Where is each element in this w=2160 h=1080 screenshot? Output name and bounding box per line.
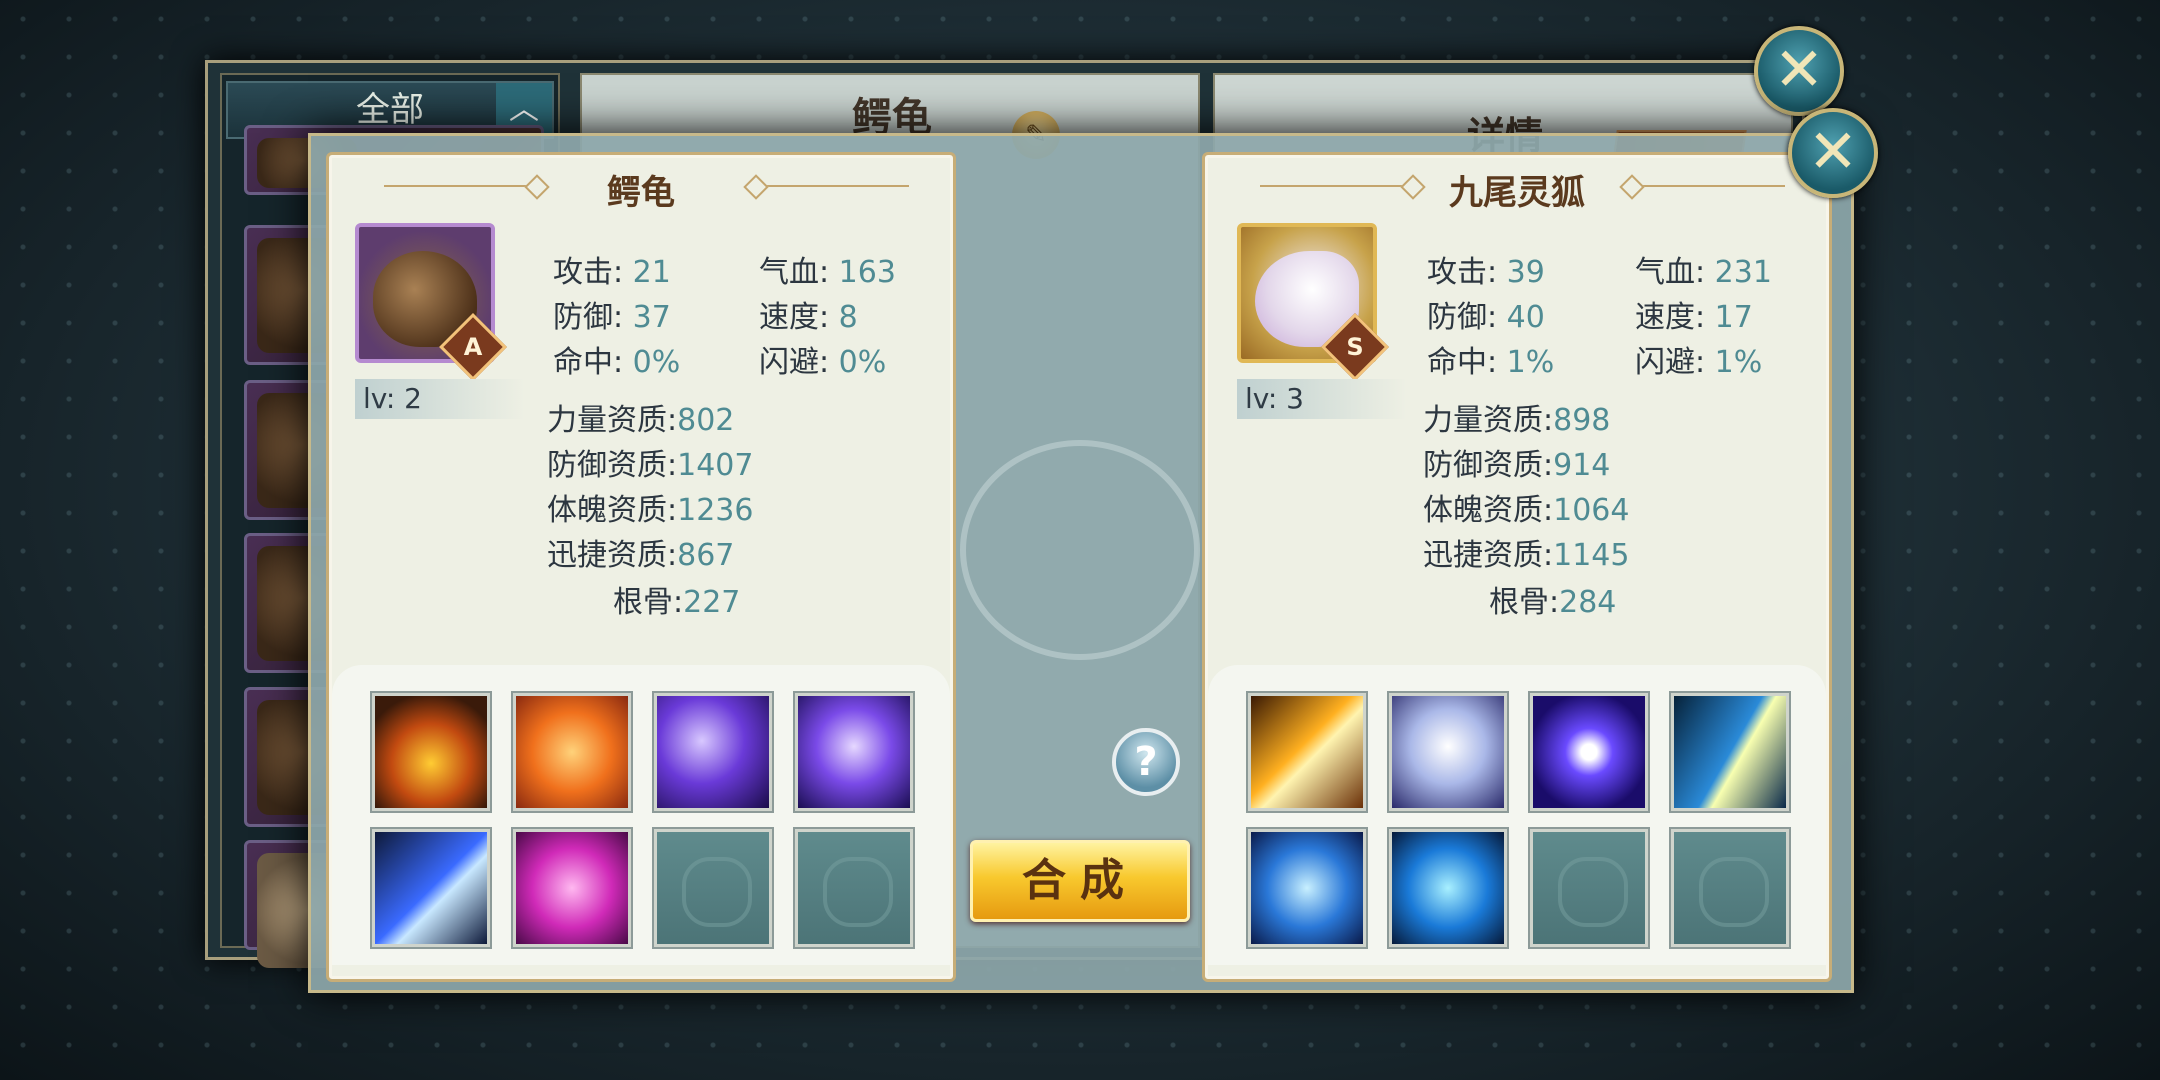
- aptitude-agility: 迅捷资质:1145: [1423, 538, 1630, 573]
- blue-beast-skill-icon[interactable]: [1389, 829, 1507, 947]
- empty-skill-slot: [1530, 829, 1648, 947]
- purple-pillar-skill-icon[interactable]: [795, 693, 913, 811]
- white-cloud-skill-icon[interactable]: [1389, 693, 1507, 811]
- golden-strike-skill-icon[interactable]: [1248, 693, 1366, 811]
- stat-attack: 攻击: 39: [1427, 255, 1545, 290]
- combine-button[interactable]: 合成: [970, 840, 1190, 922]
- left-pet-panel: 鳄龟 A lv: 2 攻击: 21 气血: 163 防御: 37 速度: 8 命…: [326, 152, 956, 982]
- stat-accuracy: 命中: 0%: [553, 345, 681, 380]
- aptitude-strength: 力量资质:802: [547, 403, 735, 438]
- close-dialog-button[interactable]: ✕: [1788, 108, 1878, 198]
- ice-claw-skill-icon[interactable]: [372, 829, 490, 947]
- fire-shield-skill-icon[interactable]: [513, 693, 631, 811]
- skill-grid: [332, 665, 950, 965]
- aptitude-strength: 力量资质:898: [1423, 403, 1611, 438]
- empty-skill-slot: [654, 829, 772, 947]
- blue-slash-skill-icon[interactable]: [1671, 693, 1789, 811]
- level-label: lv: 3: [1237, 379, 1407, 419]
- stat-dodge: 闪避: 0%: [759, 345, 887, 380]
- blue-shield-skill-icon[interactable]: [1248, 829, 1366, 947]
- stat-attack: 攻击: 21: [553, 255, 671, 290]
- purple-vortex-skill-icon[interactable]: [654, 693, 772, 811]
- aptitude-agility: 迅捷资质:867: [547, 538, 735, 573]
- aptitude-physique: 体魄资质:1064: [1423, 493, 1630, 528]
- level-label: lv: 2: [355, 379, 525, 419]
- stat-dodge: 闪避: 1%: [1635, 345, 1763, 380]
- stat-hp: 气血: 231: [1635, 255, 1772, 290]
- stat-speed: 速度: 8: [759, 300, 858, 335]
- aptitude-defense: 防御资质:914: [1423, 448, 1611, 483]
- magenta-shield-skill-icon[interactable]: [513, 829, 631, 947]
- empty-skill-slot: [1671, 829, 1789, 947]
- skill-grid: [1208, 665, 1826, 965]
- dragon-emblem: [960, 440, 1200, 660]
- stat-speed: 速度: 17: [1635, 300, 1753, 335]
- left-pet-name: 鳄龟: [607, 173, 675, 213]
- right-pet-name: 九尾灵狐: [1449, 173, 1585, 213]
- rock-beast-skill-icon[interactable]: [372, 693, 490, 811]
- stat-defense: 防御: 40: [1427, 300, 1545, 335]
- right-pet-panel: 九尾灵狐 S lv: 3 攻击: 39 气血: 231 防御: 40 速度: 1…: [1202, 152, 1832, 982]
- stat-hp: 气血: 163: [759, 255, 896, 290]
- aptitude-bone: 根骨:284: [1489, 585, 1617, 620]
- lightning-orb-skill-icon[interactable]: [1530, 693, 1648, 811]
- stat-defense: 防御: 37: [553, 300, 671, 335]
- empty-skill-slot: [795, 829, 913, 947]
- aptitude-physique: 体魄资质:1236: [547, 493, 754, 528]
- stat-accuracy: 命中: 1%: [1427, 345, 1555, 380]
- close-icon[interactable]: ✕: [1754, 26, 1844, 116]
- aptitude-defense: 防御资质:1407: [547, 448, 754, 483]
- help-button[interactable]: ?: [1112, 728, 1180, 796]
- category-label: 全部: [356, 90, 424, 130]
- aptitude-bone: 根骨:227: [613, 585, 741, 620]
